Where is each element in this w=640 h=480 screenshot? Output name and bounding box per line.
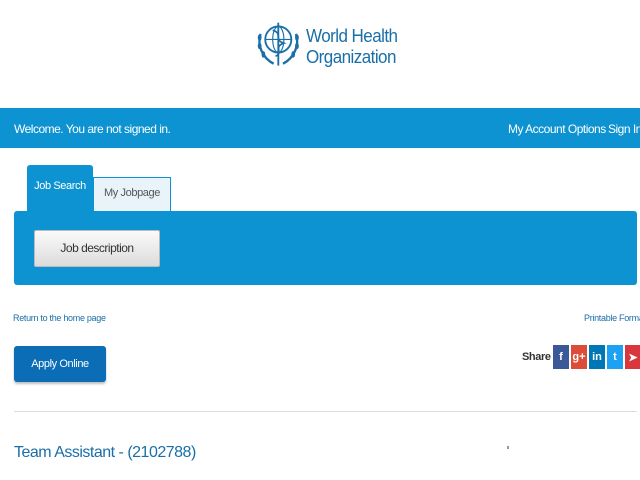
logo-line-1: World Health [305, 25, 398, 46]
send-icon[interactable]: ➤ [625, 345, 640, 369]
sign-in-link[interactable]: Sign In [608, 122, 640, 136]
job-title: Team Assistant - (2102788) [14, 444, 196, 461]
printable-format-link[interactable]: Printable Format [584, 313, 640, 323]
apply-online-button[interactable]: Apply Online [14, 346, 106, 382]
divider [14, 411, 637, 412]
twitter-icon[interactable]: t [607, 345, 623, 369]
welcome-message: Welcome. You are not signed in. [14, 122, 171, 136]
job-description-button[interactable]: Job description [34, 230, 160, 267]
tab-job-search[interactable]: Job Search [27, 165, 93, 213]
return-home-link[interactable]: Return to the home page [13, 313, 106, 323]
google-plus-icon[interactable]: g+ [571, 345, 587, 369]
google-plus-glyph: g+ [572, 351, 586, 363]
logo-line-2: Organization [305, 46, 396, 67]
send-glyph: ➤ [628, 351, 638, 364]
linkedin-glyph: in [592, 351, 602, 363]
facebook-glyph: f [559, 351, 563, 363]
twitter-glyph: t [613, 351, 617, 363]
who-emblem-icon [257, 22, 299, 66]
account-options-link[interactable]: My Account Options [508, 122, 606, 136]
facebook-icon[interactable]: f [553, 345, 569, 369]
decorative-mark [507, 446, 509, 449]
linkedin-icon[interactable]: in [589, 345, 605, 369]
tab-my-jobpage[interactable]: My Jobpage [93, 177, 171, 213]
share-icons: f g+ in t ➤ [553, 345, 640, 369]
who-logo[interactable]: World Health Organization [255, 12, 405, 80]
top-bar: Welcome. You are not signed in. My Accou… [0, 108, 640, 148]
logo-text: World Health Organization [305, 25, 398, 67]
share-label: Share : [522, 351, 557, 363]
